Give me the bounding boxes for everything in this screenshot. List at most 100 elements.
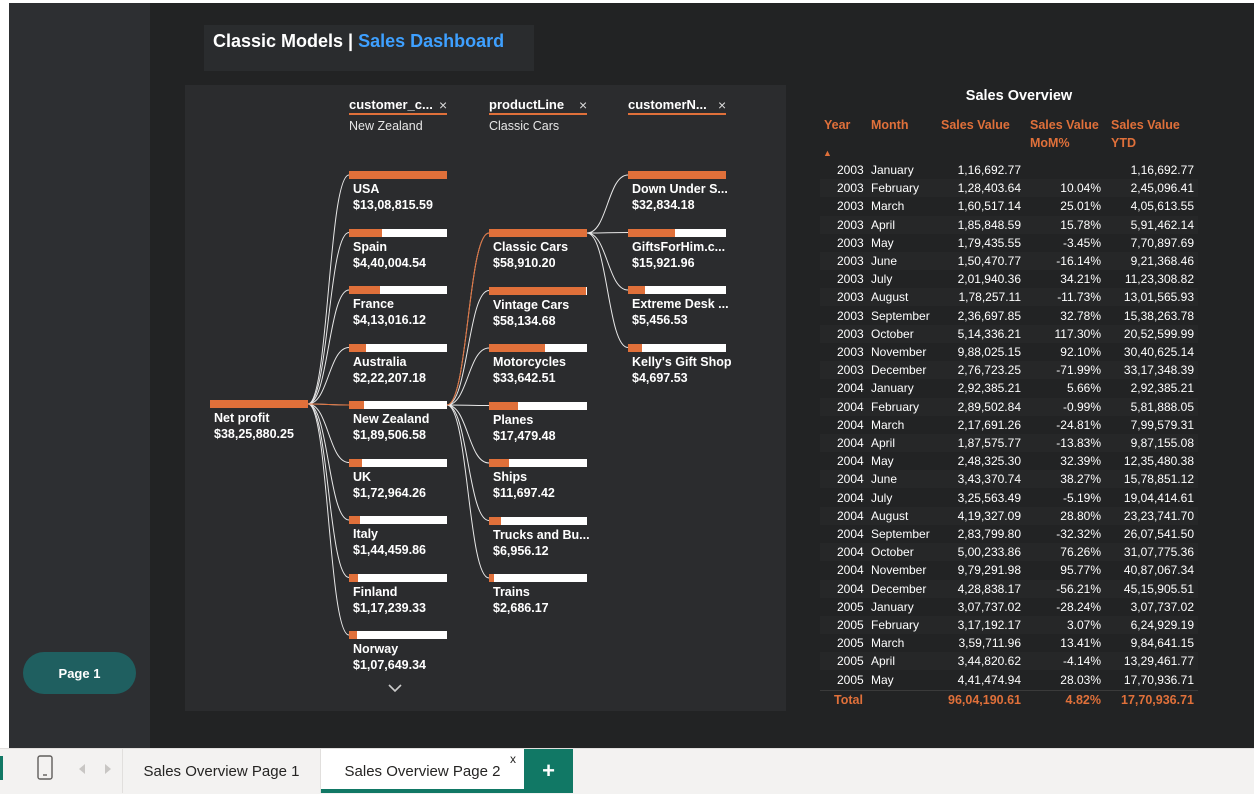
- cell-ytd: 6,24,929.19: [1130, 618, 1194, 632]
- cell-mom: -0.99%: [1062, 399, 1101, 414]
- cell-year: 2003: [837, 181, 864, 196]
- tree-node-country[interactable]: France $4,13,016.12: [349, 286, 489, 330]
- tree-node-country[interactable]: Finland $1,17,239.33: [349, 573, 489, 618]
- cell-month: January: [871, 381, 914, 396]
- cell-mom: 32.78%: [1060, 308, 1101, 323]
- cell-mom: -13.83%: [1056, 436, 1101, 450]
- tree-node-product[interactable]: Classic Cars $58,910.20: [489, 229, 629, 273]
- node-bar: [349, 401, 447, 409]
- total-mom: 4.82%: [1065, 693, 1101, 707]
- cell-year: 2005: [837, 654, 864, 669]
- cell-sales: 3,59,711.96: [958, 636, 1021, 651]
- cell-month: January: [871, 599, 914, 614]
- cell-sales: 2,17,691.26: [957, 417, 1021, 432]
- total-divider: [820, 690, 1198, 691]
- cell-mom: -16.14%: [1056, 254, 1101, 268]
- node-value: $1,72,964.26: [353, 485, 426, 500]
- node-label: Italy: [353, 527, 379, 541]
- close-tab-icon[interactable]: x: [510, 752, 516, 766]
- tree-node-product[interactable]: Motorcycles $33,642.51: [489, 344, 629, 388]
- cell-sales: 4,41,474.94: [957, 672, 1021, 687]
- cell-sales: 1,16,692.77: [957, 163, 1021, 177]
- node-bar-fill: [489, 574, 494, 582]
- cell-month: March: [871, 199, 905, 214]
- cell-ytd: 45,15,905.51: [1123, 581, 1194, 596]
- cell-mom: -71.99%: [1056, 363, 1101, 378]
- node-bar-fill: [489, 401, 518, 410]
- mobile-layout-icon[interactable]: [36, 755, 54, 781]
- tree-link: [586, 174, 629, 234]
- tab-sales-overview-page-2[interactable]: Sales Overview Page 2: [321, 749, 524, 793]
- cell-mom: 15.78%: [1060, 217, 1101, 232]
- node-value: $58,910.20: [493, 256, 556, 270]
- cell-month: July: [871, 490, 893, 505]
- tree-node-customer[interactable]: GiftsForHim.c... $15,921.96: [628, 228, 768, 273]
- cell-mom: 117.30%: [1054, 326, 1101, 341]
- cell-month: October: [871, 326, 914, 341]
- node-bar-fill: [349, 458, 362, 467]
- sort-ascending-icon[interactable]: ▲: [823, 148, 832, 158]
- cell-year: 2004: [837, 545, 864, 560]
- tree-node-country[interactable]: New Zealand $1,89,506.58: [349, 401, 489, 445]
- node-value: $38,25,880.25: [214, 427, 294, 441]
- cell-year: 2003: [837, 272, 864, 287]
- node-bar-fill: [628, 228, 675, 237]
- tree-node-country[interactable]: Spain $4,40,004.54: [349, 228, 489, 273]
- cell-year: 2004: [837, 381, 864, 396]
- cell-month: November: [871, 345, 927, 359]
- node-bar-fill: [349, 171, 447, 179]
- scroll-left-icon[interactable]: [77, 763, 87, 775]
- cell-ytd: 9,21,368.46: [1130, 254, 1194, 268]
- node-value: $1,44,459.86: [353, 543, 426, 557]
- tree-node-country[interactable]: Australia $2,22,207.18: [349, 343, 489, 388]
- tree-node-country[interactable]: Norway $1,07,649.34: [349, 631, 489, 675]
- tab-sales-overview-page-1[interactable]: Sales Overview Page 1: [123, 749, 320, 793]
- tree-root-node[interactable]: Net profit $38,25,880.25: [210, 400, 350, 444]
- cell-month: June: [871, 472, 898, 487]
- column-header-year[interactable]: Year: [824, 116, 850, 134]
- node-label: Trucks and Bu...: [493, 527, 590, 542]
- cell-sales: 1,28,403.64: [957, 181, 1021, 196]
- column-header-mom[interactable]: Sales Value MoM%: [1030, 116, 1102, 152]
- chevron-down-icon[interactable]: [388, 683, 402, 693]
- cell-sales: 2,83,799.80: [957, 527, 1021, 541]
- tree-node-product[interactable]: Trucks and Bu... $6,956.12: [489, 516, 629, 561]
- tree-node-product[interactable]: Vintage Cars $58,134.68: [489, 286, 629, 331]
- node-bar: [349, 631, 447, 639]
- cell-year: 2004: [837, 454, 864, 469]
- cell-sales: 1,60,517.14: [957, 199, 1021, 214]
- cell-year: 2004: [837, 436, 864, 450]
- cell-month: December: [871, 363, 927, 378]
- cell-ytd: 13,01,565.93: [1123, 290, 1194, 305]
- cell-sales: 1,79,435.55: [957, 235, 1021, 250]
- tree-node-customer[interactable]: Extreme Desk ... $5,456.53: [628, 286, 768, 330]
- tree-node-product[interactable]: Trains $2,686.17: [489, 574, 629, 618]
- column-header-sales[interactable]: Sales Value: [941, 116, 1010, 134]
- cell-mom: -32.32%: [1056, 527, 1101, 541]
- tree-node-product[interactable]: Ships $11,697.42: [489, 459, 629, 503]
- node-bar: [489, 344, 587, 352]
- tree-node-country[interactable]: USA $13,08,815.59: [349, 171, 489, 215]
- node-label: Planes: [493, 412, 534, 427]
- cell-sales: 3,25,563.49: [957, 490, 1021, 505]
- tree-node-customer[interactable]: Down Under S... $32,834.18: [628, 171, 768, 215]
- cell-sales: 3,43,370.74: [957, 472, 1021, 487]
- node-value: $5,456.53: [632, 313, 688, 327]
- add-page-button[interactable]: +: [524, 749, 573, 793]
- cell-sales: 2,36,697.85: [957, 308, 1021, 323]
- tree-node-country[interactable]: UK $1,72,964.26: [349, 458, 489, 503]
- scroll-right-icon[interactable]: [103, 763, 113, 775]
- cell-mom: 38.27%: [1060, 472, 1101, 487]
- cell-sales: 1,78,257.11: [958, 290, 1021, 305]
- node-bar: [349, 343, 447, 352]
- column-header-ytd[interactable]: Sales Value YTD: [1111, 116, 1183, 152]
- node-bar: [489, 229, 587, 237]
- cell-sales: 1,87,575.77: [957, 436, 1021, 450]
- tree-node-product[interactable]: Planes $17,479.48: [489, 401, 629, 446]
- active-tab-indicator: [321, 789, 524, 793]
- tree-node-customer[interactable]: Kelly's Gift Shop $4,697.53: [628, 343, 768, 388]
- tree-node-country[interactable]: Italy $1,44,459.86: [349, 516, 489, 560]
- cell-sales: 5,00,233.86: [957, 545, 1021, 560]
- column-header-month[interactable]: Month: [871, 116, 908, 134]
- total-sales: 96,04,190.61: [948, 693, 1021, 707]
